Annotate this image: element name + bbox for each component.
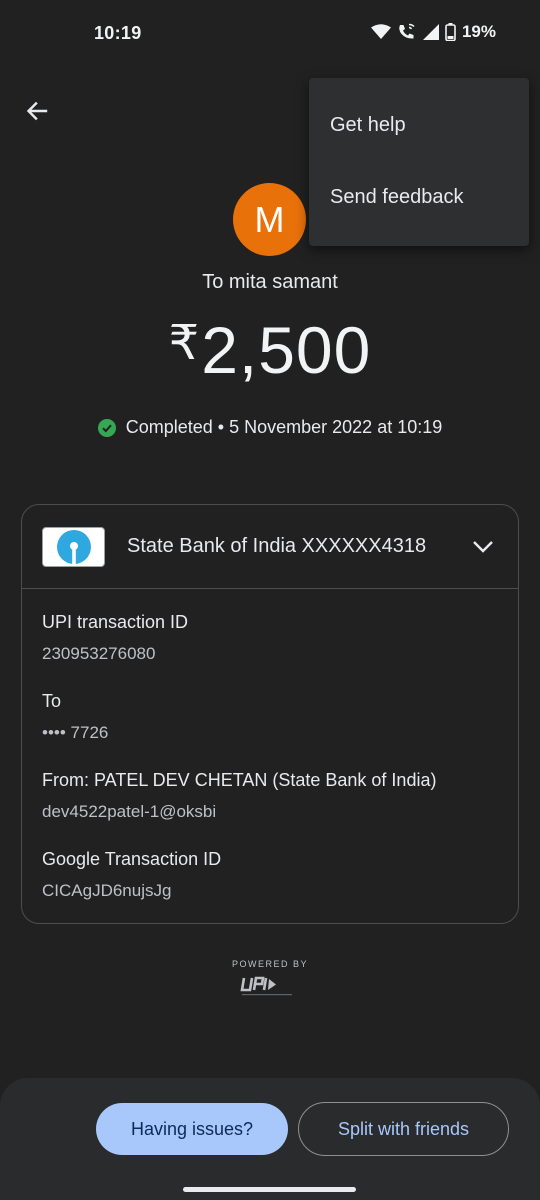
status-text: Completed • 5 November 2022 at 10:19	[125, 417, 443, 437]
signal-icon	[422, 24, 439, 40]
wifi-icon	[370, 24, 391, 39]
upi-transaction-id-label: UPI transaction ID	[42, 612, 189, 632]
arrow-back-icon	[26, 101, 48, 121]
from-label: From: PATEL DEV CHETAN (State Bank of In…	[42, 770, 437, 790]
avatar: M	[233, 183, 306, 256]
status-time: 10:19	[94, 23, 142, 43]
amount-value: 2,500	[201, 313, 372, 387]
status-icons: 19%	[370, 22, 496, 42]
status-bar: 10:19 19%	[0, 0, 540, 68]
bank-account-label: State Bank of India XXXXXX4318	[127, 535, 427, 557]
wifi-call-icon	[399, 23, 415, 39]
back-button[interactable]	[20, 94, 54, 128]
chevron-down-icon[interactable]	[470, 534, 496, 560]
google-transaction-id-label: Google Transaction ID	[42, 849, 222, 869]
from-upi-id-value: dev4522patel-1@oksbi	[42, 802, 217, 821]
powered-by-label: POWERED BY	[231, 959, 308, 969]
recipient-name: To mita samant	[202, 271, 338, 293]
bank-account-row[interactable]: State Bank of India XXXXXX4318	[22, 505, 518, 589]
payment-amount: ₹2,500	[0, 312, 540, 388]
transaction-details-card: State Bank of India XXXXXX4318 UPI trans…	[21, 504, 519, 924]
check-circle-icon	[97, 418, 116, 437]
to-label: To	[42, 691, 62, 711]
to-account-value: •••• 7726	[42, 723, 109, 742]
google-transaction-id-value: CICAgJD6nujsJg	[42, 881, 172, 900]
avatar-letter: M	[254, 198, 285, 240]
transaction-details: UPI transaction ID 230953276080 To •••• …	[22, 589, 518, 902]
overflow-menu: Get help Send feedback	[309, 78, 529, 246]
gesture-navigation-bar[interactable]	[183, 1187, 356, 1192]
battery-percent: 19%	[461, 22, 496, 41]
currency-symbol: ₹	[168, 317, 200, 370]
menu-item-send-feedback[interactable]: Send feedback	[309, 161, 529, 233]
having-issues-button[interactable]: Having issues?	[96, 1103, 288, 1155]
battery-icon	[445, 23, 456, 41]
menu-item-get-help[interactable]: Get help	[309, 89, 529, 161]
split-with-friends-button[interactable]: Split with friends	[298, 1102, 509, 1156]
transaction-status: Completed • 5 November 2022 at 10:19	[0, 417, 540, 438]
sbi-logo-icon	[42, 526, 105, 567]
upi-transaction-id-value: 230953276080	[42, 644, 156, 663]
upi-logo-icon	[240, 976, 292, 996]
